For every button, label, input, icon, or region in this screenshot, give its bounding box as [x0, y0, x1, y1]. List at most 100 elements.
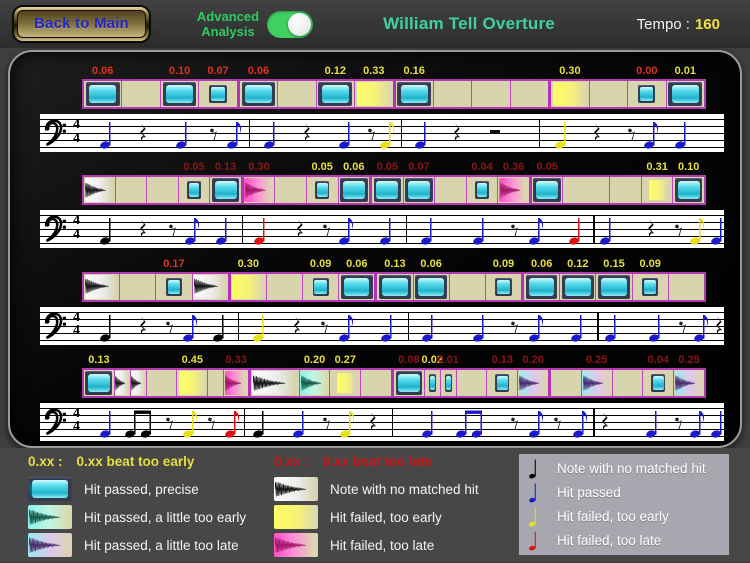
quarter-rest-icon	[293, 315, 302, 337]
waveform-cell	[548, 369, 581, 396]
legend-early-header: 0.xx :0.xx beat too early	[28, 454, 195, 469]
staff-note-q	[646, 404, 660, 440]
staff-note-q	[710, 211, 725, 247]
hit-block-late-pass	[28, 533, 72, 557]
advanced-analysis-label: Advanced Analysis	[196, 9, 260, 39]
tempo-label: Tempo :160	[636, 15, 720, 33]
staff-note-q	[216, 211, 230, 247]
waveform-cell: 0.06	[84, 65, 122, 107]
staff-note-e	[182, 404, 199, 440]
waveform-icon	[300, 375, 321, 391]
half-rest-icon	[489, 130, 500, 134]
staff-note-e	[339, 211, 355, 247]
page-title: William Tell Overture	[383, 14, 555, 33]
timing-offset-label: 0.13	[384, 257, 406, 270]
waveform-cell	[455, 369, 487, 396]
timing-offset-label: 0.01	[437, 353, 459, 366]
advanced-analysis-toggle[interactable]	[267, 10, 314, 38]
timing-offset-label: 0.12	[567, 257, 589, 270]
barline	[249, 119, 251, 148]
timing-offset-label: 0.06	[420, 257, 442, 270]
hit-block-fail-late	[244, 178, 274, 203]
waveform-cell: 0.12	[315, 65, 355, 107]
legend-icon-precise	[28, 477, 72, 501]
staff-note-q	[600, 211, 614, 247]
waveform-cell: 0.04	[465, 161, 498, 204]
timing-offset-label: 0.01	[674, 65, 696, 77]
waveform-cell: 0.02	[422, 354, 443, 396]
waveform-cell: 0.01	[665, 65, 704, 107]
staff-note-q	[648, 308, 663, 344]
hit-block-no-hit	[115, 370, 130, 395]
staff-note-q	[252, 308, 267, 344]
waveform-cell: 0.30	[240, 161, 275, 204]
waveform-cell	[562, 177, 610, 204]
waveform-cell	[611, 369, 643, 396]
waveform-cell: 0.25	[580, 354, 612, 396]
eighth-rest-icon	[320, 320, 329, 334]
waveform-cell	[121, 81, 160, 107]
timing-offset-label: 0.30	[559, 65, 581, 77]
hit-block-small-fail-early	[336, 372, 354, 393]
staff-note-q	[421, 211, 435, 247]
waveform-cell: 0.04	[642, 354, 674, 396]
waveform-cell	[114, 177, 147, 204]
quarter-rest-icon	[139, 219, 148, 240]
waveform-cell	[588, 81, 628, 107]
legend-item-label: Hit passed, a little too early	[84, 509, 247, 525]
hit-block-precise	[373, 178, 402, 203]
hit-block-late-pass	[582, 370, 612, 395]
waveform-strip: 0.17 0.30 0.09 0.06 0.13 0.06 0.09 0.06 0.12 0.15…	[82, 258, 706, 302]
timing-offset-label: 0.33	[225, 353, 247, 366]
hit-block-fail-early	[232, 274, 265, 299]
timing-offset-label: 0.04	[647, 353, 670, 366]
measure-row-1: 0.06 0.10 0.07 0.06 0.12 0.33 0.16 0.30 0.00 0.01…	[22, 64, 728, 153]
quarter-rest-icon	[139, 315, 148, 337]
staff-note-q	[264, 115, 278, 151]
hit-block-fail-late	[498, 178, 529, 203]
hit-block-small-fail-early	[648, 180, 666, 201]
staff-note-q	[252, 404, 267, 440]
waveform-cell	[84, 177, 115, 204]
hit-block-late-pass	[674, 370, 704, 395]
waveform-cell: 0.45	[176, 354, 208, 396]
advanced-analysis-control: Advanced Analysis	[196, 9, 314, 39]
timing-offset-label: 0.16	[403, 65, 425, 77]
waveform-icon	[28, 509, 60, 525]
staff-note-q	[604, 308, 619, 344]
waveform-icon	[131, 375, 142, 391]
timing-offset-label: 0.06	[247, 65, 270, 77]
hit-block-small	[475, 181, 490, 200]
back-to-main-button[interactable]: Back to Main	[14, 7, 149, 41]
legend-column-late: 0.xx :0.xx beat too late Note with no ma…	[274, 454, 479, 559]
hit-block-precise	[525, 274, 558, 299]
legend-item: Hit failed, too early	[274, 503, 479, 531]
eighth-rest-icon	[675, 416, 683, 430]
waveform-cell: 0.06	[412, 258, 449, 300]
waveform-icon	[193, 278, 218, 294]
staff-note-q	[414, 115, 429, 151]
hit-block-no-hit	[251, 370, 298, 395]
hit-block-fail-early	[552, 82, 588, 106]
hit-block-fail-early	[356, 82, 392, 106]
waveform-cell: 0.05	[177, 161, 210, 204]
hit-block-precise	[405, 178, 433, 203]
waveform-icon	[115, 375, 126, 391]
waveform-cell	[274, 177, 306, 204]
legend-icon-fail-late	[274, 533, 318, 557]
waveform-cell	[667, 273, 704, 300]
bass-clef-icon	[43, 406, 67, 436]
staff-note-e	[225, 404, 241, 440]
staff-note-q	[339, 115, 353, 151]
timing-offset-label: 0.08	[398, 353, 420, 366]
waveform-icon	[519, 375, 540, 391]
timing-offset-label: 0.13	[88, 353, 110, 366]
waveform-icon	[85, 278, 109, 294]
timing-offset-label: 0.04	[471, 161, 493, 174]
staff-note-q	[100, 308, 114, 344]
quarter-rest-icon	[593, 123, 602, 144]
staff-note-e	[380, 115, 396, 151]
timing-offset-label: 0.25	[678, 353, 700, 366]
hit-block-precise	[674, 178, 703, 203]
time-signature: 44	[73, 117, 80, 146]
